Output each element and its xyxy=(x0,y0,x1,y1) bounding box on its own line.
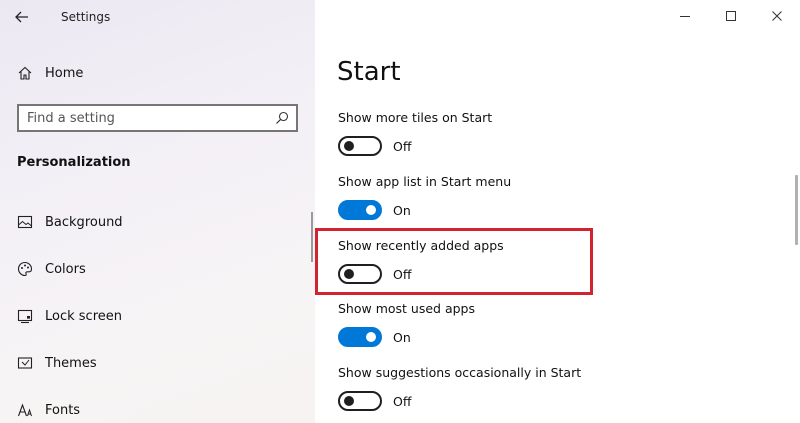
toggle-state: Off xyxy=(393,393,412,409)
search-icon[interactable] xyxy=(274,110,290,126)
minimize-icon xyxy=(680,16,690,17)
section-title: Personalization xyxy=(17,155,131,170)
themes-icon xyxy=(17,357,33,369)
close-button[interactable] xyxy=(754,0,800,32)
setting-most-used: Show most used apps On xyxy=(338,300,738,347)
toggle-knob xyxy=(366,205,376,215)
home-icon xyxy=(18,66,32,80)
window-title: Settings xyxy=(61,10,111,24)
sidebar-item-background[interactable]: Background xyxy=(17,212,297,232)
setting-label: Show recently added apps xyxy=(338,238,504,253)
toggle-knob xyxy=(344,269,354,279)
close-icon xyxy=(772,11,782,21)
setting-more-tiles: Show more tiles on Start Off xyxy=(338,109,738,156)
toggle-knob xyxy=(344,141,354,151)
setting-suggestions: Show suggestions occasionally in Start O… xyxy=(338,364,738,411)
page-title: Start xyxy=(337,57,401,87)
setting-label: Show more tiles on Start xyxy=(338,110,493,125)
picture-icon xyxy=(17,215,33,229)
sidebar-scrollbar[interactable] xyxy=(311,212,313,262)
recently-added-toggle[interactable] xyxy=(338,264,382,284)
sidebar-item-lock-screen[interactable]: Lock screen xyxy=(17,306,297,326)
toggle-state: Off xyxy=(393,266,412,282)
app-list-toggle[interactable] xyxy=(338,200,382,220)
lock-screen-icon xyxy=(17,309,33,324)
fonts-icon xyxy=(17,403,32,417)
toggle-knob xyxy=(344,396,354,406)
sidebar-item-colors[interactable]: Colors xyxy=(17,259,297,279)
search-box[interactable] xyxy=(17,104,298,132)
home-label: Home xyxy=(45,65,84,81)
setting-app-list: Show app list in Start menu On xyxy=(338,173,738,220)
setting-label: Show suggestions occasionally in Start xyxy=(338,365,582,380)
toggle-state: On xyxy=(393,202,411,218)
title-bar: Settings xyxy=(0,0,315,34)
sidebar-item-label: Fonts xyxy=(45,402,81,418)
back-arrow-icon xyxy=(15,11,28,23)
maximize-button[interactable] xyxy=(708,0,754,32)
content-pane: Start Show more tiles on Start Off Show … xyxy=(315,0,800,423)
back-button[interactable] xyxy=(10,6,36,28)
sidebar-item-themes[interactable]: Themes xyxy=(17,353,297,373)
maximize-icon xyxy=(726,11,736,21)
setting-label: Show app list in Start menu xyxy=(338,174,512,189)
sidebar-item-label: Themes xyxy=(45,355,97,371)
sidebar-item-label: Lock screen xyxy=(45,308,122,324)
content-scrollbar[interactable] xyxy=(795,175,798,245)
most-used-toggle[interactable] xyxy=(338,327,382,347)
home-link[interactable]: Home xyxy=(17,63,297,83)
sidebar-item-label: Colors xyxy=(45,261,86,277)
navigation-pane: Settings Home Personalization Background… xyxy=(0,0,315,423)
palette-icon xyxy=(17,261,33,277)
sidebar-item-label: Background xyxy=(45,214,123,230)
more-tiles-toggle[interactable] xyxy=(338,136,382,156)
search-input[interactable] xyxy=(19,106,274,130)
setting-recently-added: Show recently added apps Off xyxy=(338,237,738,284)
suggestions-toggle[interactable] xyxy=(338,391,382,411)
setting-label: Show most used apps xyxy=(338,301,475,316)
toggle-state: Off xyxy=(393,138,412,154)
window-controls xyxy=(662,0,800,32)
toggle-state: On xyxy=(393,329,411,345)
toggle-knob xyxy=(366,332,376,342)
minimize-button[interactable] xyxy=(662,0,708,32)
sidebar-item-fonts[interactable]: Fonts xyxy=(17,400,297,420)
